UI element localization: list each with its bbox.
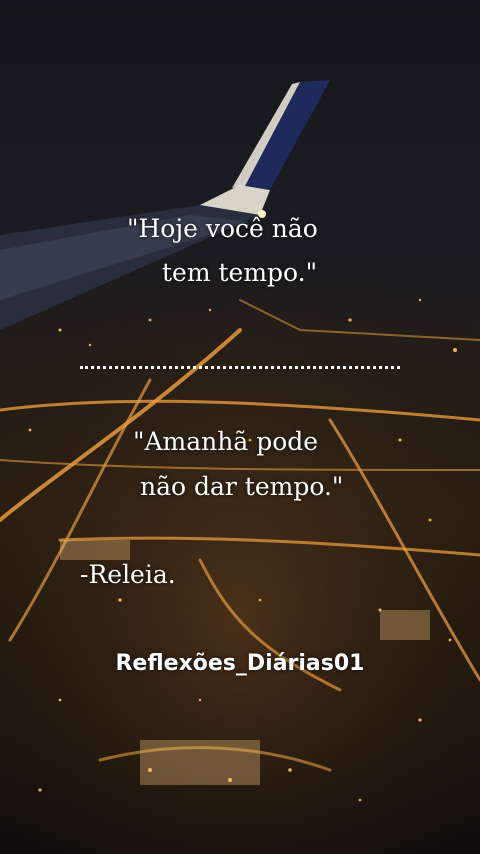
story-frame: "Hoje você não tem tempo." "Amanhã pode … <box>0 0 480 854</box>
quote-author: -Releia. <box>80 560 176 589</box>
quote-line-2: tem tempo." <box>162 258 318 287</box>
account-handle: Reflexões_Diárias01 <box>115 651 365 676</box>
quote-line-3: "Amanhã pode <box>133 427 319 456</box>
quote-line-1: "Hoje você não <box>127 214 318 243</box>
quote-line-4: não dar tempo." <box>140 472 344 501</box>
dotted-divider <box>80 366 400 369</box>
